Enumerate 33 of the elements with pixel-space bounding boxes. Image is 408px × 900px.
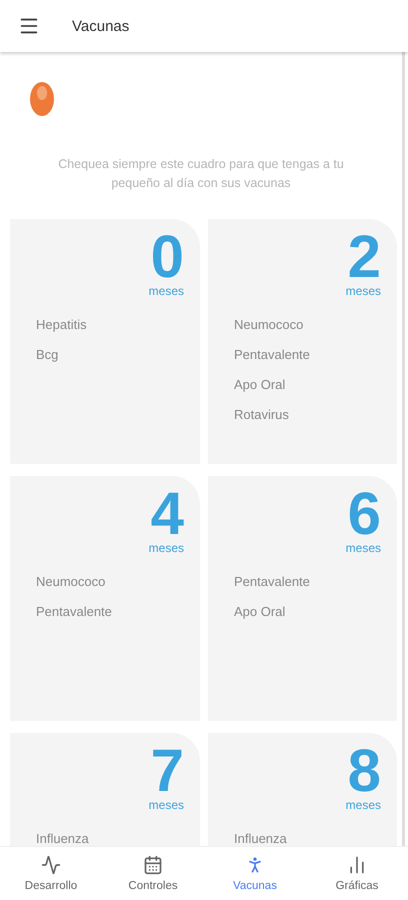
nav-tab[interactable]: Controles <box>102 847 204 900</box>
nav-tab[interactable]: Gráficas <box>306 847 408 900</box>
age-unit: meses <box>148 799 184 811</box>
calendar-icon <box>143 855 163 875</box>
vaccine-name: Neumococo <box>234 317 304 333</box>
vaccine-name: Apo Oral <box>234 604 286 620</box>
app-title: Vacunas <box>72 18 130 34</box>
age-number: 6 <box>348 486 381 542</box>
age-number: 4 <box>150 486 184 542</box>
vaccine-name: Pentavalente <box>234 347 311 363</box>
vaccine-name: Influenza <box>36 831 90 846</box>
nav-tab[interactable]: Desarrollo <box>0 847 102 900</box>
nav-tab[interactable]: Vacunas <box>204 847 306 900</box>
vaccine-name: Apo Oral <box>234 377 286 393</box>
age-number: 8 <box>348 743 381 799</box>
vaccine-name: Hepatitis <box>36 317 88 333</box>
age-unit: meses <box>346 285 381 297</box>
vaccine-name: Neumococo <box>36 574 106 590</box>
age-unit: meses <box>346 799 381 811</box>
vaccine-name: Influenza <box>234 831 288 846</box>
age-number: 7 <box>150 743 184 799</box>
age-number: 0 <box>150 229 184 285</box>
vaccine-name: Bcg <box>36 347 60 363</box>
age-number: 2 <box>348 229 381 285</box>
trend-line-icon <box>41 855 61 875</box>
vaccine-name: Rotavirus <box>234 407 290 423</box>
logo-icon <box>29 81 55 117</box>
age-unit: meses <box>148 542 184 554</box>
vaccine-name: Pentavalente <box>234 574 311 590</box>
vaccine-name: Pentavalente <box>36 604 113 620</box>
intro-text: Chequea siempre este cuadro para que tengas a tu pequeño al día con sus vacunas <box>57 156 345 192</box>
age-unit: meses <box>346 542 381 554</box>
age-unit: meses <box>148 285 184 297</box>
